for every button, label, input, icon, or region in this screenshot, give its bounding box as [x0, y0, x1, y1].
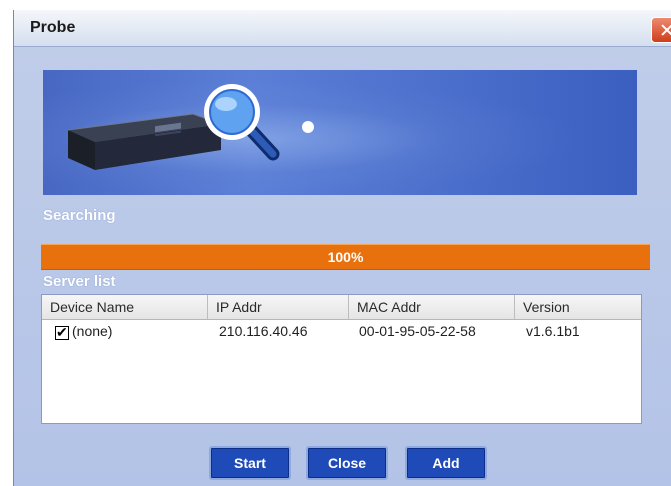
progress-bar: 100%: [41, 244, 650, 270]
title-bar[interactable]: Probe: [14, 10, 671, 47]
close-button[interactable]: Close: [306, 446, 388, 480]
progress-dot: [302, 121, 314, 133]
col-mac-addr[interactable]: MAC Addr: [349, 295, 515, 319]
start-button[interactable]: Start: [209, 446, 291, 480]
network-switch-icon: [67, 113, 222, 170]
server-list-label: Server list: [43, 273, 116, 290]
banner-illustration: [67, 84, 314, 170]
banner-image: [43, 70, 637, 195]
server-table: Device Name IP Addr MAC Addr Version ✔ (…: [41, 294, 642, 424]
searching-label: Searching: [43, 207, 116, 224]
close-icon[interactable]: [651, 17, 671, 43]
row-checkbox[interactable]: ✔: [55, 324, 69, 340]
window-title: Probe: [30, 19, 76, 36]
col-version[interactable]: Version: [515, 295, 643, 319]
client-area: Searching 100% Server list Device Name I…: [14, 47, 671, 486]
table-header: Device Name IP Addr MAC Addr Version: [42, 295, 641, 320]
checkmark-icon: ✔: [56, 324, 68, 340]
progress-text: 100%: [327, 249, 364, 265]
col-device-name[interactable]: Device Name: [42, 295, 208, 319]
table-row[interactable]: ✔ (none) 210.116.40.46 00-01-95-05-22-58…: [42, 321, 641, 343]
cell-device: (none): [72, 323, 113, 339]
col-ip-addr[interactable]: IP Addr: [208, 295, 349, 319]
cell-mac: 00-01-95-05-22-58: [359, 323, 476, 339]
add-button[interactable]: Add: [405, 446, 487, 480]
cell-ip: 210.116.40.46: [219, 323, 308, 339]
cell-version: v1.6.1b1: [526, 323, 580, 339]
probe-window: Probe Searching 100% Server list Device …: [13, 10, 671, 486]
